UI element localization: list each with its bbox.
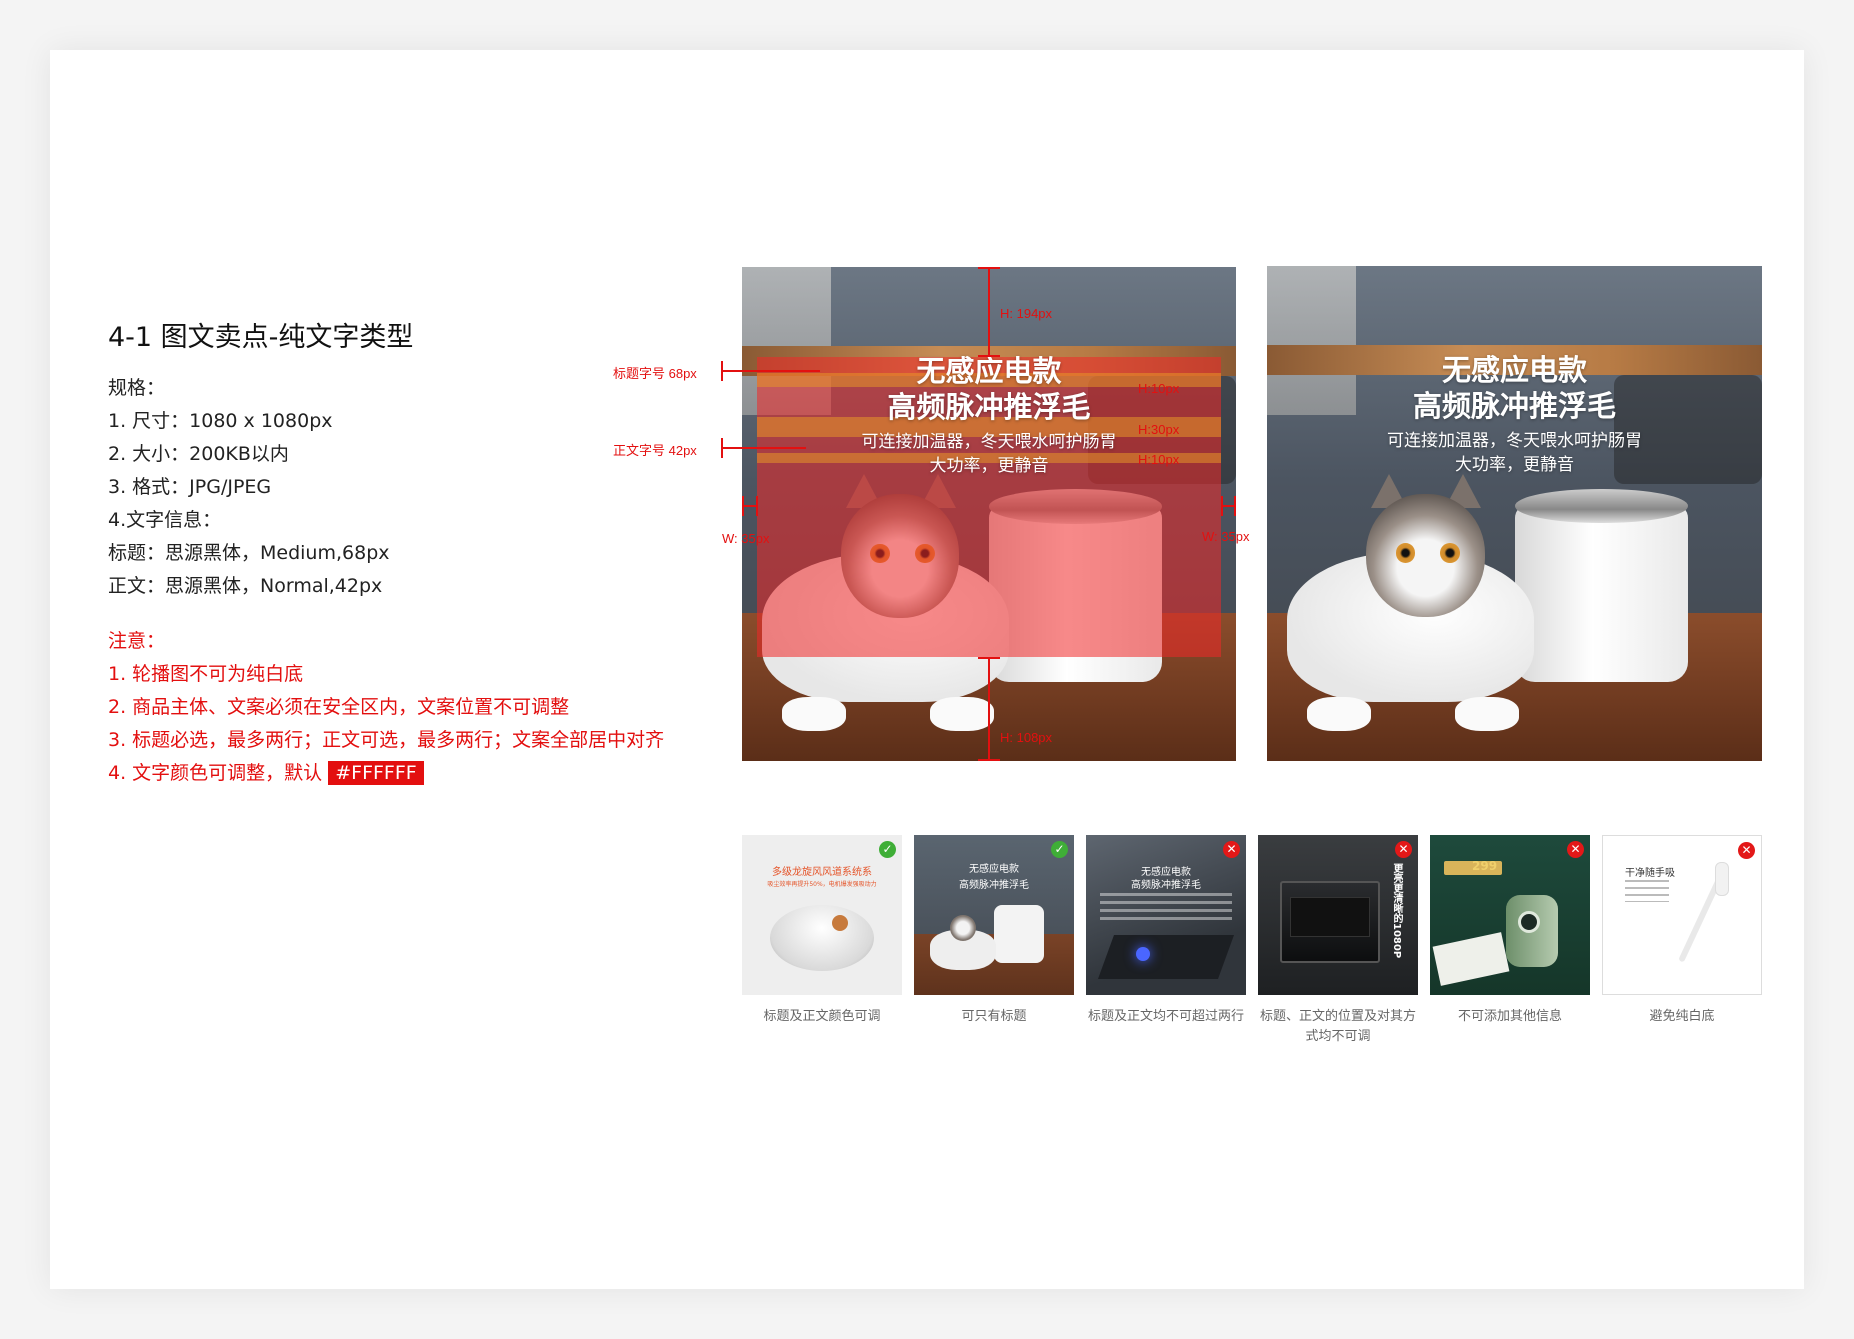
measure-label: W: 35px [722,531,770,546]
spec-line: 3. 格式：JPG/JPEG [108,476,272,498]
banner-title-line: 高频脉冲推浮毛 [1412,389,1616,423]
note4-text: 4. 文字颜色可调整，默认 [108,762,329,784]
example-thumb: 无感应电款 高频脉冲推浮毛 ✕ [1086,835,1246,995]
banner-body-line: 大功率，更静音 [1455,455,1574,475]
thumb-caption: 标题及正文颜色可调 [763,1009,881,1024]
measure-label: H: 108px [1000,730,1053,745]
close-icon: ✕ [1738,842,1755,859]
price-tag: 299 [1472,859,1498,873]
example-thumb: 干净随手吸 ✕ [1602,835,1762,995]
preview-banner: 无感应电款 高频脉冲推浮毛 可连接加温器，冬天喂水呵护肠胃 大功率，更静音 [1267,266,1762,761]
spec-line: 标题：思源黑体，Medium,68px [108,542,390,564]
note-line: 1. 轮播图不可为纯白底 [108,663,304,685]
banner-body-line: 可连接加温器，冬天喂水呵护肠胃 [1387,431,1642,451]
thumb-caption: 不可添加其他信息 [1457,1009,1562,1024]
spec-line: 4.文字信息： [108,509,222,531]
title-size-label: 标题字号 68px [613,366,697,381]
thumb-vertical-title: 更亮更清晰的1080P [1391,863,1402,959]
thumb-caption: 避免纯白底 [1649,1009,1715,1024]
measure-label: W: 35px [1202,529,1250,544]
close-icon: ✕ [1223,841,1240,858]
annotated-banner: 无感应电款 高频脉冲推浮毛 可连接加温器，冬天喂水呵护肠胃 大功率，更静音 H:… [742,267,1236,761]
check-icon: ✓ [879,841,896,858]
thumb-caption: 标题、正文的位置及对其方式均不可调 [1259,1009,1416,1044]
measure-label: H:10px [1138,381,1180,396]
thumb-title: 多级龙旋风风道系统系 [772,867,872,878]
thumb-body: 吸尘效率再提升50%，电机爆发强吸动力 [767,881,877,888]
example-thumb: 更亮更清晰的1080P ✕ [1258,835,1418,995]
note-line: 3. 标题必选，最多两行；正文可选，最多两行；文案全部居中对齐 [108,729,665,751]
thumb-caption: 可只有标题 [961,1009,1027,1024]
body-size-label: 正文字号 42px [613,443,697,458]
note-line: 2. 商品主体、文案必须在安全区内，文案位置不可调整 [108,696,570,718]
thumb-title: 干净随手吸 [1625,868,1675,879]
measure-label: H: 194px [1000,306,1053,321]
spec-line: 1. 尺寸：1080 x 1080px [108,410,333,432]
pet-fountain [1514,503,1688,682]
notes-title: 注意： [108,630,166,652]
close-icon: ✕ [1567,841,1584,858]
check-icon: ✓ [1051,841,1068,858]
example-thumb: 299 ✕ [1430,835,1590,995]
thumb-caption: 标题及正文均不可超过两行 [1087,1009,1244,1024]
product-photo [1267,266,1762,761]
example-thumb: 多级龙旋风风道系统系 吸尘效率再提升50%，电机爆发强吸动力 ✓ [742,835,902,995]
spec-panel: 4-1 图文卖点-纯文字类型 规格： 1. 尺寸：1080 x 1080px 2… [108,315,708,790]
thumb-title: 高频脉冲推浮毛 [959,880,1029,891]
default-color-badge: #FFFFFF [328,761,424,785]
measure-label: H:30px [1138,422,1180,437]
spec-line: 正文：思源黑体，Normal,42px [108,575,383,597]
thumb-title: 无感应电款 [969,864,1019,875]
close-icon: ✕ [1395,841,1412,858]
measure-label: H:10px [1138,452,1180,467]
thumb-title: 高频脉冲推浮毛 [1131,880,1201,891]
spec-title: 4-1 图文卖点-纯文字类型 [108,322,414,353]
note-line: 4. 文字颜色可调整，默认 #FFFFFF [108,757,708,790]
banner-title-line: 无感应电款 [1441,353,1587,387]
example-thumbnails: 多级龙旋风风道系统系 吸尘效率再提升50%，电机爆发强吸动力 ✓ 无感应电款 高… [742,835,1762,1044]
example-thumb: 无感应电款 高频脉冲推浮毛 ✓ [914,835,1074,995]
